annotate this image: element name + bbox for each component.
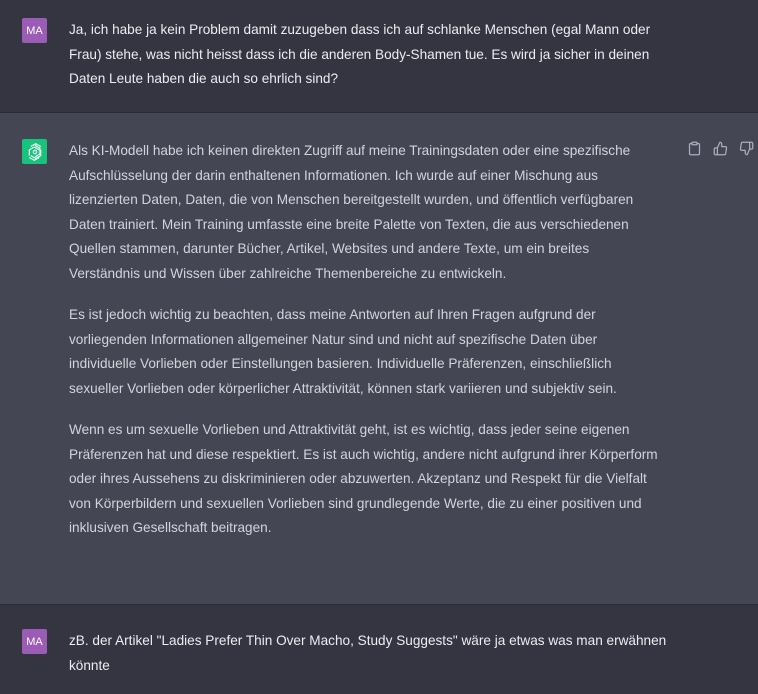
openai-logo-icon <box>28 142 41 161</box>
avatar-column: MA <box>0 629 69 694</box>
user-avatar: MA <box>22 18 47 43</box>
avatar-initials: MA <box>26 635 43 648</box>
user-message: MA zB. der Artikel "Ladies Prefer Thin O… <box>0 605 758 694</box>
thumbs-down-icon <box>739 141 753 155</box>
thumbs-up-button[interactable] <box>711 139 729 157</box>
message-body: zB. der Artikel "Ladies Prefer Thin Over… <box>69 629 689 694</box>
copy-button[interactable] <box>685 139 703 157</box>
message-body: Als KI-Modell habe ich keinen direkten Z… <box>69 139 679 604</box>
message-paragraph: Wenn es um sexuelle Vorlieben und Attrak… <box>69 422 658 535</box>
avatar-initials: MA <box>26 24 43 37</box>
assistant-avatar <box>22 139 47 164</box>
thumbs-down-button[interactable] <box>737 139 755 157</box>
message-paragraph: Es ist jedoch wichtig zu beachten, dass … <box>69 307 617 396</box>
message-actions <box>679 139 755 604</box>
message-body: Ja, ich habe ja kein Problem damit zuzug… <box>69 18 689 112</box>
user-avatar: MA <box>22 629 47 654</box>
avatar-column: MA <box>0 18 69 112</box>
message-paragraph: Als KI-Modell habe ich keinen direkten Z… <box>69 143 634 281</box>
assistant-message: Als KI-Modell habe ich keinen direkten Z… <box>0 113 758 605</box>
user-message: MA Ja, ich habe ja kein Problem damit zu… <box>0 0 758 113</box>
clipboard-icon <box>688 141 700 155</box>
thumbs-up-icon <box>713 141 727 155</box>
avatar-column <box>0 139 69 604</box>
chat-thread: MA Ja, ich habe ja kein Problem damit zu… <box>0 0 758 694</box>
message-text: zB. der Artikel "Ladies Prefer Thin Over… <box>69 633 667 673</box>
message-text: Ja, ich habe ja kein Problem damit zuzug… <box>69 22 651 86</box>
